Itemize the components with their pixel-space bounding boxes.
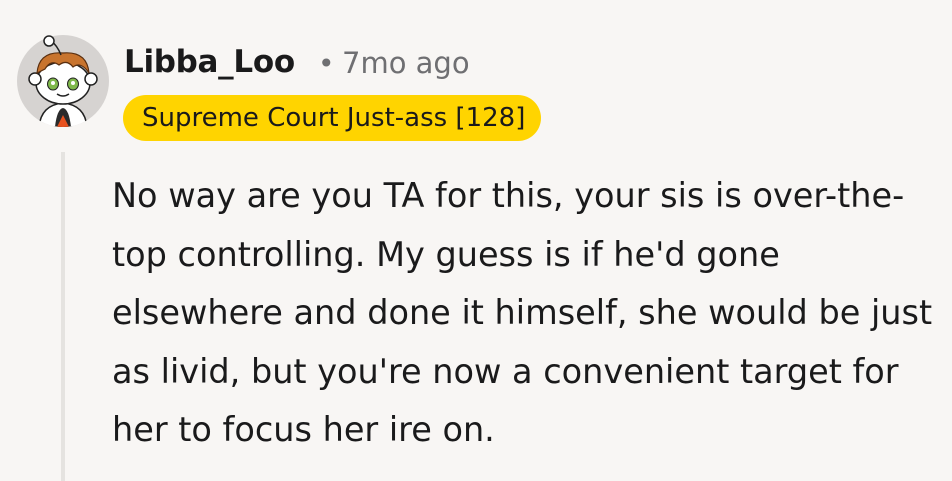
- comment-timestamp[interactable]: 7mo ago: [342, 46, 470, 80]
- snoo-avatar-icon: [17, 35, 109, 127]
- thread-collapse-line[interactable]: [61, 152, 65, 481]
- author-username[interactable]: Libba_Loo: [124, 44, 295, 80]
- comment-body: No way are you TA for this, your sis is …: [112, 176, 933, 449]
- user-avatar[interactable]: [17, 35, 109, 127]
- meta-separator: •: [318, 47, 335, 80]
- user-flair-badge: Supreme Court Just-ass [128]: [123, 95, 542, 141]
